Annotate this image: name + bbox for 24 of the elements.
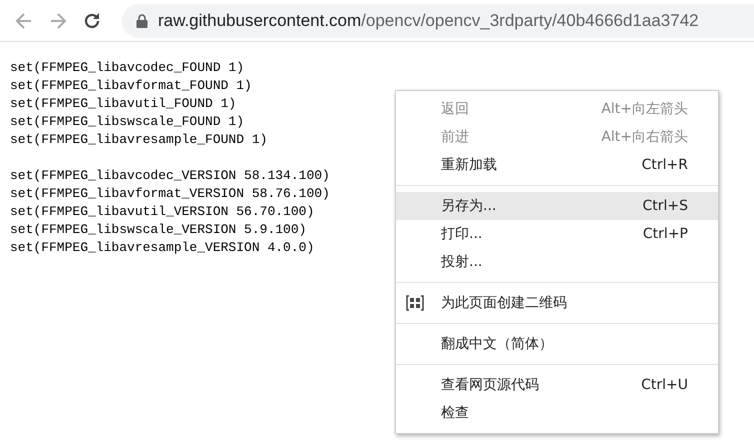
code-line: set(FFMPEG_libavcodec_FOUND 1) xyxy=(10,59,244,77)
menu-item[interactable]: 打印... Ctrl+P xyxy=(396,220,718,248)
address-bar[interactable]: raw.githubusercontent.com/opencv/opencv_3rdparty/40b4666d1aa3742 xyxy=(122,4,754,38)
code-line: set(FFMPEG_libswscale_VERSION 5.9.100) xyxy=(10,221,306,239)
menu-item[interactable]: 查看网页源代码 Ctrl+U xyxy=(396,371,718,399)
code-line: set(FFMPEG_libavformat_FOUND 1) xyxy=(10,77,252,95)
reload-button[interactable] xyxy=(82,10,102,30)
qr-code-icon xyxy=(406,295,424,311)
menu-item[interactable]: 检查 xyxy=(396,399,718,427)
lock-icon xyxy=(136,14,148,28)
code-line: set(FFMPEG_libavcodec_VERSION 58.134.100) xyxy=(10,167,330,185)
menu-item[interactable]: 重新加载 Ctrl+R xyxy=(396,151,718,179)
code-line: set(FFMPEG_libavresample_VERSION 4.0.0) xyxy=(10,239,314,257)
menu-item[interactable]: 翻成中文（简体） xyxy=(396,330,718,358)
code-line: set(FFMPEG_libavresample_FOUND 1) xyxy=(10,131,268,149)
code-line: set(FFMPEG_libavutil_VERSION 56.70.100) xyxy=(10,203,314,221)
url-path: /opencv/opencv_3rdparty/40b4666d1aa3742 xyxy=(361,10,699,30)
menu-item[interactable]: 为此页面创建二维码 xyxy=(396,289,718,317)
code-line: set(FFMPEG_libavutil_FOUND 1) xyxy=(10,95,236,113)
menu-item[interactable]: 投射... xyxy=(396,248,718,276)
code-line: set(FFMPEG_libavformat_VERSION 58.76.100) xyxy=(10,185,330,203)
code-line: set(FFMPEG_libswscale_FOUND 1) xyxy=(10,113,244,131)
url-host: raw.githubusercontent.com xyxy=(158,10,362,30)
menu-item[interactable]: 另存为... Ctrl+S xyxy=(396,192,718,220)
